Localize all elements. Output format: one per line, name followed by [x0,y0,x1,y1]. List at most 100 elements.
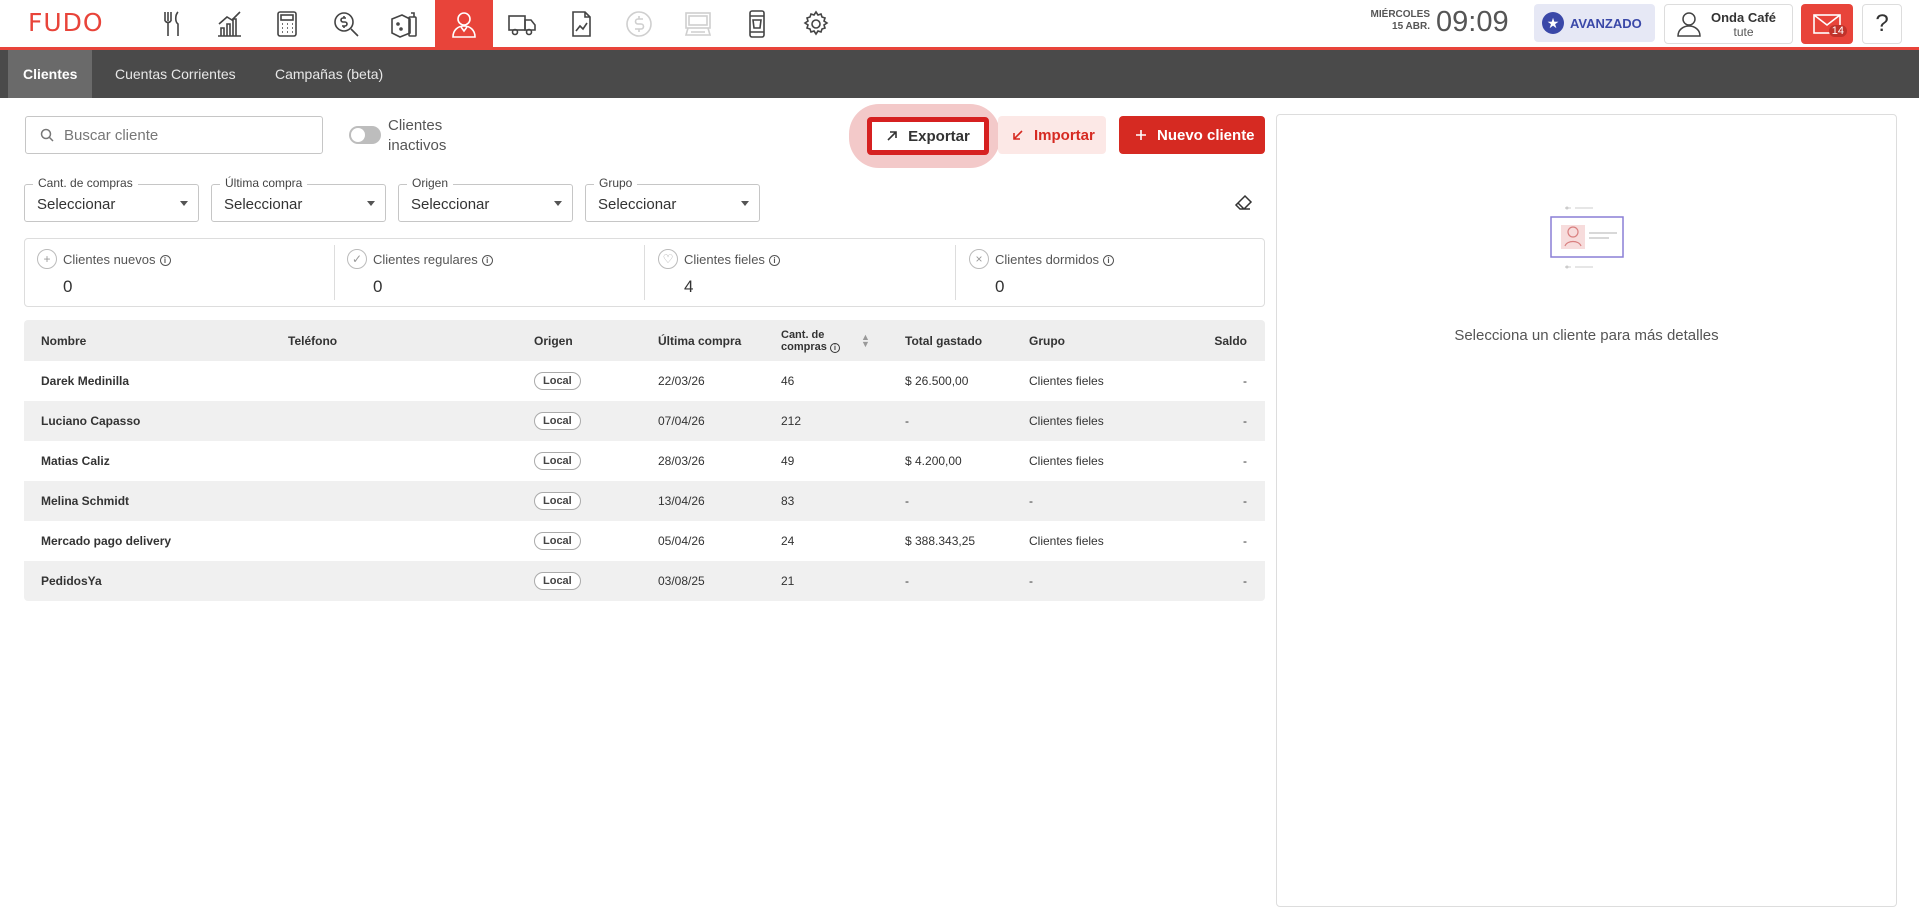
inactive-clients-toggle[interactable] [349,126,381,144]
stat-value: 0 [995,277,1005,296]
filter-value: Seleccionar [37,196,116,213]
ingredients-icon[interactable] [375,0,433,47]
col-saldo[interactable]: Saldo [1214,320,1247,361]
user-icon [1677,12,1701,37]
filter-value: Seleccionar [598,196,677,213]
filter-label: Cant. de compras [33,176,138,190]
chevron-down-icon [741,201,749,206]
cash-register-icon[interactable] [669,0,727,47]
plan-badge[interactable]: ★ AVANZADO [1534,4,1655,42]
top-bar: FUDO MIÉRCOLES 15 ABR. 09:09 ★ AVANZADO … [0,0,1919,50]
report-icon[interactable] [552,0,610,47]
user-name: Onda Café [1711,9,1777,25]
cell-cant-compras: 21 [781,574,795,588]
filter-ultima-compra[interactable]: Última compra Seleccionar [211,176,386,222]
table-row[interactable]: Mercado pago delivery Local 05/04/26 24 … [24,521,1265,561]
import-label: Importar [1034,126,1095,144]
export-button[interactable]: Exportar [867,117,989,155]
clear-filters-eraser-icon[interactable] [1233,192,1253,217]
col-nombre[interactable]: Nombre [41,320,86,361]
divider [955,245,956,300]
table-row[interactable]: Darek Medinilla Local 22/03/26 46 $ 26.5… [24,361,1265,401]
mobile-order-icon[interactable] [728,0,786,47]
divider [644,245,645,300]
cell-nombre: Luciano Capasso [41,414,141,428]
col-origen[interactable]: Origen [534,320,573,361]
client-detail-panel: Selecciona un cliente para más detalles [1276,114,1897,907]
table-row[interactable]: Melina Schmidt Local 13/04/26 83 - - - [24,481,1265,521]
search-input[interactable] [64,126,304,144]
col-cant-compras[interactable]: Cant. de compras i [781,320,840,361]
cell-total-gastado: $ 388.343,25 [905,534,976,548]
cell-grupo: - [1029,574,1033,588]
cell-origen: Local [534,401,581,441]
table-row[interactable]: PedidosYa Local 03/08/25 21 - - - [24,561,1265,601]
stat-title: Clientes fieles i [684,252,780,267]
col-ultima-compra[interactable]: Última compra [658,320,741,361]
cell-nombre: Mercado pago delivery [41,534,172,548]
cutlery-icon[interactable] [143,0,201,47]
search-box[interactable] [25,116,323,154]
cell-nombre: Darek Medinilla [41,374,130,388]
cell-total-gastado: $ 4.200,00 [905,454,962,468]
chevron-down-icon [180,201,188,206]
info-icon[interactable]: i [159,255,171,266]
dollar-icon[interactable] [610,0,668,47]
cell-total-gastado: $ 26.500,00 [905,374,969,388]
delivery-truck-icon[interactable] [493,0,551,47]
info-icon[interactable]: i [481,255,493,266]
filter-origen[interactable]: Origen Seleccionar [398,176,573,222]
clock: 09:09 [1436,6,1509,38]
fudo-logo[interactable]: FUDO [28,8,104,37]
stat-value: 0 [63,277,73,296]
tab-campanas[interactable]: Campañas (beta) [260,50,398,98]
col-cant-line2: compras i [781,341,840,353]
day-label: MIÉRCOLES [1370,9,1430,20]
mail-button[interactable]: 14 [1801,4,1853,44]
stat-title-text: Clientes nuevos [63,252,156,267]
stat-value: 0 [373,277,383,296]
sub-nav: Clientes Cuentas Corrientes Campañas (be… [0,50,1919,98]
table-row[interactable]: Matias Caliz Local 28/03/26 49 $ 4.200,0… [24,441,1265,481]
filter-label: Última compra [220,176,308,190]
empty-panel-message: Selecciona un cliente para más detalles [1454,327,1719,344]
col-cant-line1: Cant. de [781,328,825,341]
origin-badge: Local [534,412,581,430]
cell-saldo: - [1243,414,1247,428]
cell-total-gastado: - [905,574,909,588]
cell-ultima-compra: 07/04/26 [658,414,705,428]
cell-nombre: Matias Caliz [41,454,110,468]
col-total-gastado[interactable]: Total gastado [905,320,982,361]
bar-chart-icon[interactable] [200,0,258,47]
settings-icon[interactable] [787,0,845,47]
inactive-clients-label: Clientes inactivos [388,117,447,154]
import-button[interactable]: Importar [998,116,1106,154]
help-button[interactable]: ? [1862,4,1902,44]
calculator-icon[interactable] [258,0,316,47]
origin-badge: Local [534,532,581,550]
col-grupo[interactable]: Grupo [1029,320,1065,361]
info-icon[interactable]: i [1103,255,1115,266]
cell-ultima-compra: 13/04/26 [658,494,705,508]
col-telefono[interactable]: Teléfono [288,320,337,361]
table-row[interactable]: Luciano Capasso Local 07/04/26 212 - Cli… [24,401,1265,441]
customer-icon[interactable] [435,0,493,47]
clients-table: Nombre Teléfono Origen Última compra Can… [24,320,1265,601]
new-client-button[interactable]: Nuevo cliente [1119,116,1265,154]
cell-cant-compras: 46 [781,374,795,388]
check-circle-icon: ✓ [347,249,367,269]
user-menu[interactable]: Onda Café tute [1664,4,1793,44]
tab-clientes[interactable]: Clientes [8,50,93,98]
search-money-icon[interactable] [317,0,375,47]
filter-grupo[interactable]: Grupo Seleccionar [585,176,760,222]
filter-label: Grupo [594,176,638,190]
filter-cant-compras[interactable]: Cant. de compras Seleccionar [24,176,199,222]
info-icon[interactable]: i [768,255,780,266]
cell-ultima-compra: 28/03/26 [658,454,705,468]
sort-icon[interactable]: ▲ ▼ [861,320,870,361]
stat-title: Clientes regulares i [373,252,493,267]
filter-value: Seleccionar [224,196,303,213]
arrow-up-right-icon [887,131,897,141]
tab-cuentas-corrientes[interactable]: Cuentas Corrientes [100,50,251,98]
info-icon[interactable]: i [829,342,840,353]
